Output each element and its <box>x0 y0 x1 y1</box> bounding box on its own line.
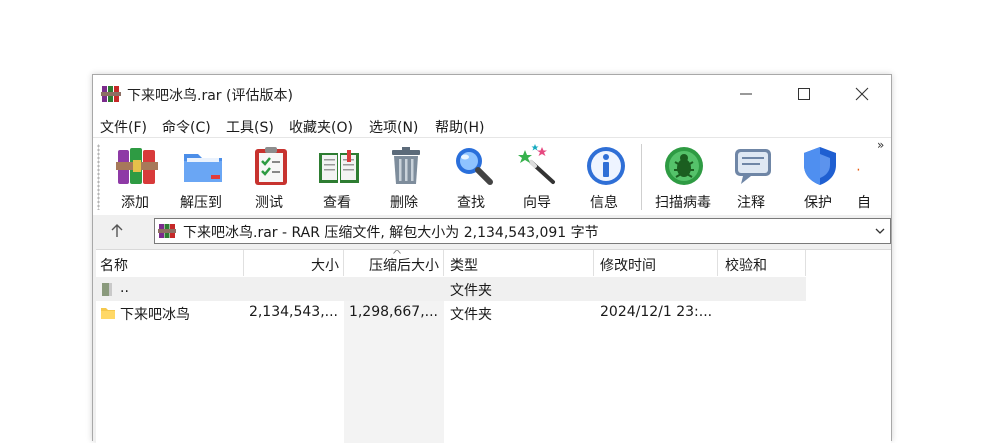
test-button[interactable]: 测试 <box>238 142 300 212</box>
column-header-crc[interactable]: 校验和 <box>718 250 806 276</box>
table-row[interactable]: 下来吧冰鸟 2,134,543,... 1,298,667,... 文件夹 20… <box>96 301 806 325</box>
minimize-button[interactable] <box>717 75 775 113</box>
protect-label: 保护 <box>804 195 832 211</box>
find-label: 查找 <box>457 195 485 211</box>
toolbar-grip[interactable] <box>97 144 100 210</box>
menu-help[interactable]: 帮助(H) <box>435 117 484 137</box>
sort-ascending-icon <box>393 250 401 254</box>
winrar-app-icon <box>101 86 121 102</box>
books-add-icon <box>116 148 158 184</box>
extract-to-label: 解压到 <box>180 195 222 211</box>
scan-virus-button[interactable]: 扫描病毒 <box>649 142 717 212</box>
menu-options[interactable]: 选项(N) <box>369 117 418 137</box>
toolbar: 添加 解压到 测试 查看 删除 查找 向导 信息 扫描病毒 注释 保护 自 » <box>93 137 891 216</box>
add-button[interactable]: 添加 <box>104 142 166 212</box>
toolbar-more-chevron[interactable]: » <box>877 138 884 152</box>
trash-icon <box>392 147 420 184</box>
rar-file-icon <box>158 224 176 238</box>
maximize-icon <box>798 88 810 100</box>
winrar-window: 下来吧冰鸟.rar (评估版本) 文件(F) 命令(C) 工具(S) 收藏夹(O… <box>92 74 892 443</box>
wizard-label: 向导 <box>523 195 551 211</box>
address-bar: 下来吧冰鸟.rar - RAR 压缩文件, 解包大小为 2,134,543,09… <box>93 215 891 247</box>
sfx-label: 自 <box>857 195 871 211</box>
menu-tools[interactable]: 工具(S) <box>226 117 274 137</box>
address-text: 下来吧冰鸟.rar - RAR 压缩文件, 解包大小为 2,134,543,09… <box>183 225 599 241</box>
file-list[interactable]: 名称 大小 压缩后大小 类型 修改时间 校验和 .. 文件夹 下来吧冰鸟 2,1… <box>96 249 891 443</box>
test-label: 测试 <box>255 195 283 211</box>
folder-up-icon <box>102 283 112 296</box>
title-bar[interactable]: 下来吧冰鸟.rar (评估版本) <box>93 75 891 113</box>
menu-file[interactable]: 文件(F) <box>100 117 147 137</box>
comment-icon <box>735 149 771 184</box>
virus-scan-icon <box>665 147 703 185</box>
column-header-modified[interactable]: 修改时间 <box>594 250 718 276</box>
sfx-icon <box>857 168 860 171</box>
close-icon <box>855 87 869 101</box>
menu-commands[interactable]: 命令(C) <box>162 117 211 137</box>
address-field[interactable]: 下来吧冰鸟.rar - RAR 压缩文件, 解包大小为 2,134,543,09… <box>154 218 891 244</box>
window-title: 下来吧冰鸟.rar (评估版本) <box>127 88 293 104</box>
arrow-up-icon <box>111 224 123 237</box>
wizard-button[interactable]: 向导 <box>506 142 568 212</box>
chevron-down-icon[interactable] <box>874 225 886 237</box>
protect-button[interactable]: 保护 <box>787 142 849 212</box>
info-icon <box>587 147 625 185</box>
find-button[interactable]: 查找 <box>440 142 502 212</box>
table-row[interactable]: .. 文件夹 <box>96 277 806 301</box>
folder-extract-icon <box>184 154 222 182</box>
up-button[interactable] <box>101 219 133 243</box>
view-button[interactable]: 查看 <box>306 142 368 212</box>
maximize-button[interactable] <box>775 75 833 113</box>
toolbar-separator <box>641 144 642 210</box>
magic-wand-icon <box>518 144 555 184</box>
close-button[interactable] <box>833 75 891 113</box>
clipboard-check-icon <box>255 147 287 185</box>
delete-label: 删除 <box>390 195 418 211</box>
sfx-button[interactable]: 自 <box>841 142 887 212</box>
info-label: 信息 <box>590 195 618 211</box>
menu-bar: 文件(F) 命令(C) 工具(S) 收藏夹(O) 选项(N) 帮助(H) <box>93 113 891 137</box>
comment-label: 注释 <box>737 195 765 211</box>
delete-button[interactable]: 删除 <box>373 142 435 212</box>
shield-icon <box>804 147 836 185</box>
column-header-name[interactable]: 名称 <box>96 250 244 276</box>
info-button[interactable]: 信息 <box>573 142 635 212</box>
add-label: 添加 <box>121 195 149 211</box>
scan-virus-label: 扫描病毒 <box>655 195 711 211</box>
column-header-type[interactable]: 类型 <box>444 250 594 276</box>
view-label: 查看 <box>323 195 351 211</box>
minimize-icon <box>740 93 752 95</box>
menu-favorites[interactable]: 收藏夹(O) <box>289 117 353 137</box>
magnifier-icon <box>456 148 493 185</box>
folder-icon <box>101 308 115 319</box>
column-header-size[interactable]: 大小 <box>244 250 344 276</box>
comment-button[interactable]: 注释 <box>720 142 782 212</box>
open-book-icon <box>319 150 359 183</box>
extract-to-button[interactable]: 解压到 <box>170 142 232 212</box>
